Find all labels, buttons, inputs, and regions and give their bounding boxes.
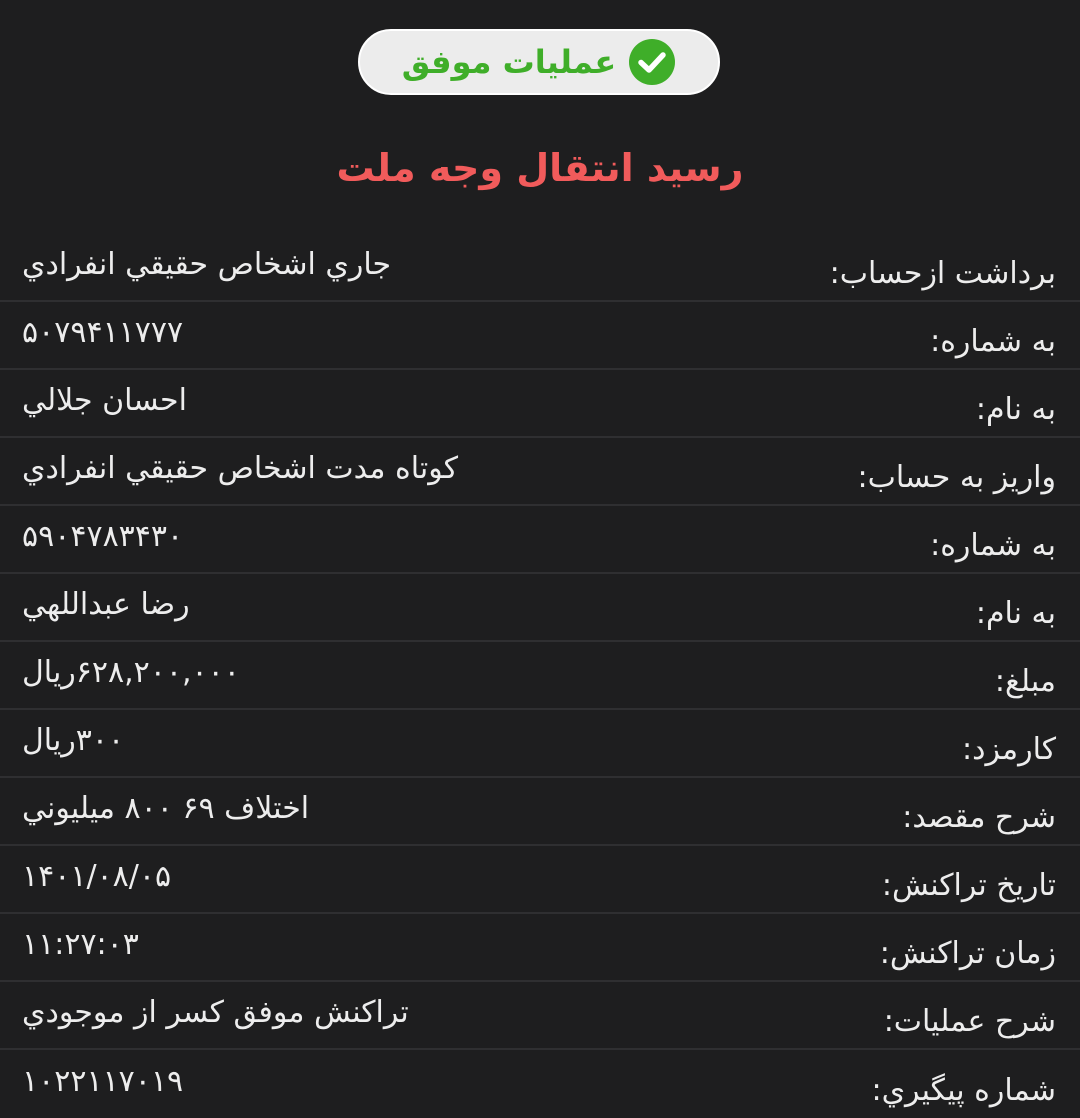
detail-value: ۶۲۸,۲۰۰,۰۰۰ريال <box>22 654 240 690</box>
detail-label: تاريخ تراكنش: <box>881 867 1056 903</box>
detail-label: به شماره: <box>930 323 1056 359</box>
detail-label: شرح مقصد: <box>902 799 1056 835</box>
detail-row: اختلاف ۶۹ ۸۰۰ ميليوني شرح مقصد: <box>0 778 1080 846</box>
detail-label: شماره پيگيري: <box>871 1072 1056 1108</box>
detail-row: ۱۴۰۱/۰۸/۰۵ تاريخ تراكنش: <box>0 846 1080 914</box>
detail-row: كوتاه مدت اشخاص حقيقي انفرادي واريز به حس… <box>0 438 1080 506</box>
detail-label: كارمزد: <box>962 731 1056 767</box>
detail-value: ۳۰۰ريال <box>22 722 125 758</box>
status-text: عمليات موفق <box>401 43 617 81</box>
detail-row: تراكنش موفق كسر از موجودي شرح عمليات: <box>0 982 1080 1050</box>
detail-label: زمان تراكنش: <box>879 935 1056 971</box>
detail-row: ۳۰۰ريال كارمزد: <box>0 710 1080 778</box>
status-badge: عمليات موفق <box>358 29 720 95</box>
detail-label: به شماره: <box>930 527 1056 563</box>
detail-row: ۵۰۷۹۴۱۱۷۷۷ به شماره: <box>0 302 1080 370</box>
detail-row: احسان جلالي به نام: <box>0 370 1080 438</box>
detail-label: برداشت ازحساب: <box>829 255 1056 291</box>
detail-label: مبلغ: <box>994 663 1056 699</box>
detail-value: كوتاه مدت اشخاص حقيقي انفرادي <box>22 450 458 486</box>
detail-label: به نام: <box>975 595 1056 631</box>
detail-value: ۱۰۲۲۱۱۷۰۱۹ <box>22 1063 184 1099</box>
detail-row: ۶۲۸,۲۰۰,۰۰۰ريال مبلغ: <box>0 642 1080 710</box>
detail-value: ۱۱:۲۷:۰۳ <box>22 926 139 962</box>
detail-row: ۱۱:۲۷:۰۳ زمان تراكنش: <box>0 914 1080 982</box>
page-title: رسيد انتقال وجه ملت <box>336 146 744 190</box>
detail-label: شرح عمليات: <box>883 1003 1056 1039</box>
detail-row: جاري اشخاص حقيقي انفرادي برداشت ازحساب: <box>0 234 1080 302</box>
detail-row: ۱۰۲۲۱۱۷۰۱۹ شماره پيگيري: <box>0 1050 1080 1118</box>
detail-value: ۱۴۰۱/۰۸/۰۵ <box>22 858 172 894</box>
detail-value: تراكنش موفق كسر از موجودي <box>22 994 409 1030</box>
detail-label: به نام: <box>975 391 1056 427</box>
detail-value: ۵۹۰۴۷۸۳۴۳۰ <box>22 518 184 554</box>
detail-row: رضا عبداللهي به نام: <box>0 574 1080 642</box>
detail-value: جاري اشخاص حقيقي انفرادي <box>22 246 392 282</box>
detail-value: احسان جلالي <box>22 382 187 418</box>
detail-value: ۵۰۷۹۴۱۱۷۷۷ <box>22 314 184 350</box>
detail-label: واريز به حساب: <box>857 459 1056 495</box>
check-circle-icon <box>629 39 676 85</box>
detail-value: اختلاف ۶۹ ۸۰۰ ميليوني <box>22 790 310 826</box>
detail-row: ۵۹۰۴۷۸۳۴۳۰ به شماره: <box>0 506 1080 574</box>
receipt-details: جاري اشخاص حقيقي انفرادي برداشت ازحساب: ۵۰… <box>0 234 1080 1118</box>
detail-value: رضا عبداللهي <box>22 586 190 622</box>
